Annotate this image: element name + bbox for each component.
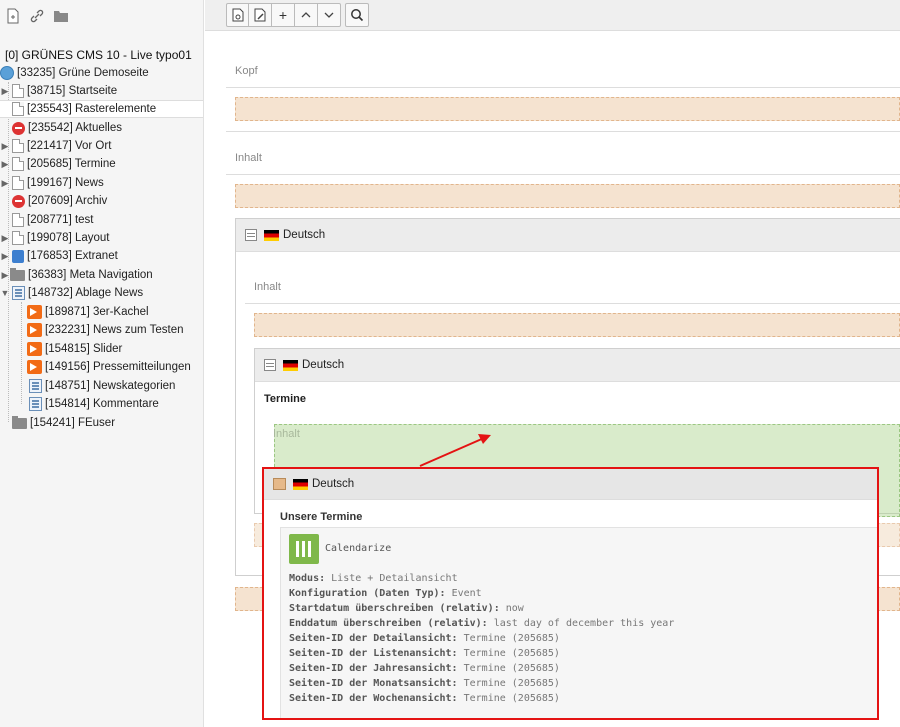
page-module: [0] GRÜNES CMS 10 - Live typo01 [33235] … [0,0,900,727]
highlight-box [262,467,879,720]
